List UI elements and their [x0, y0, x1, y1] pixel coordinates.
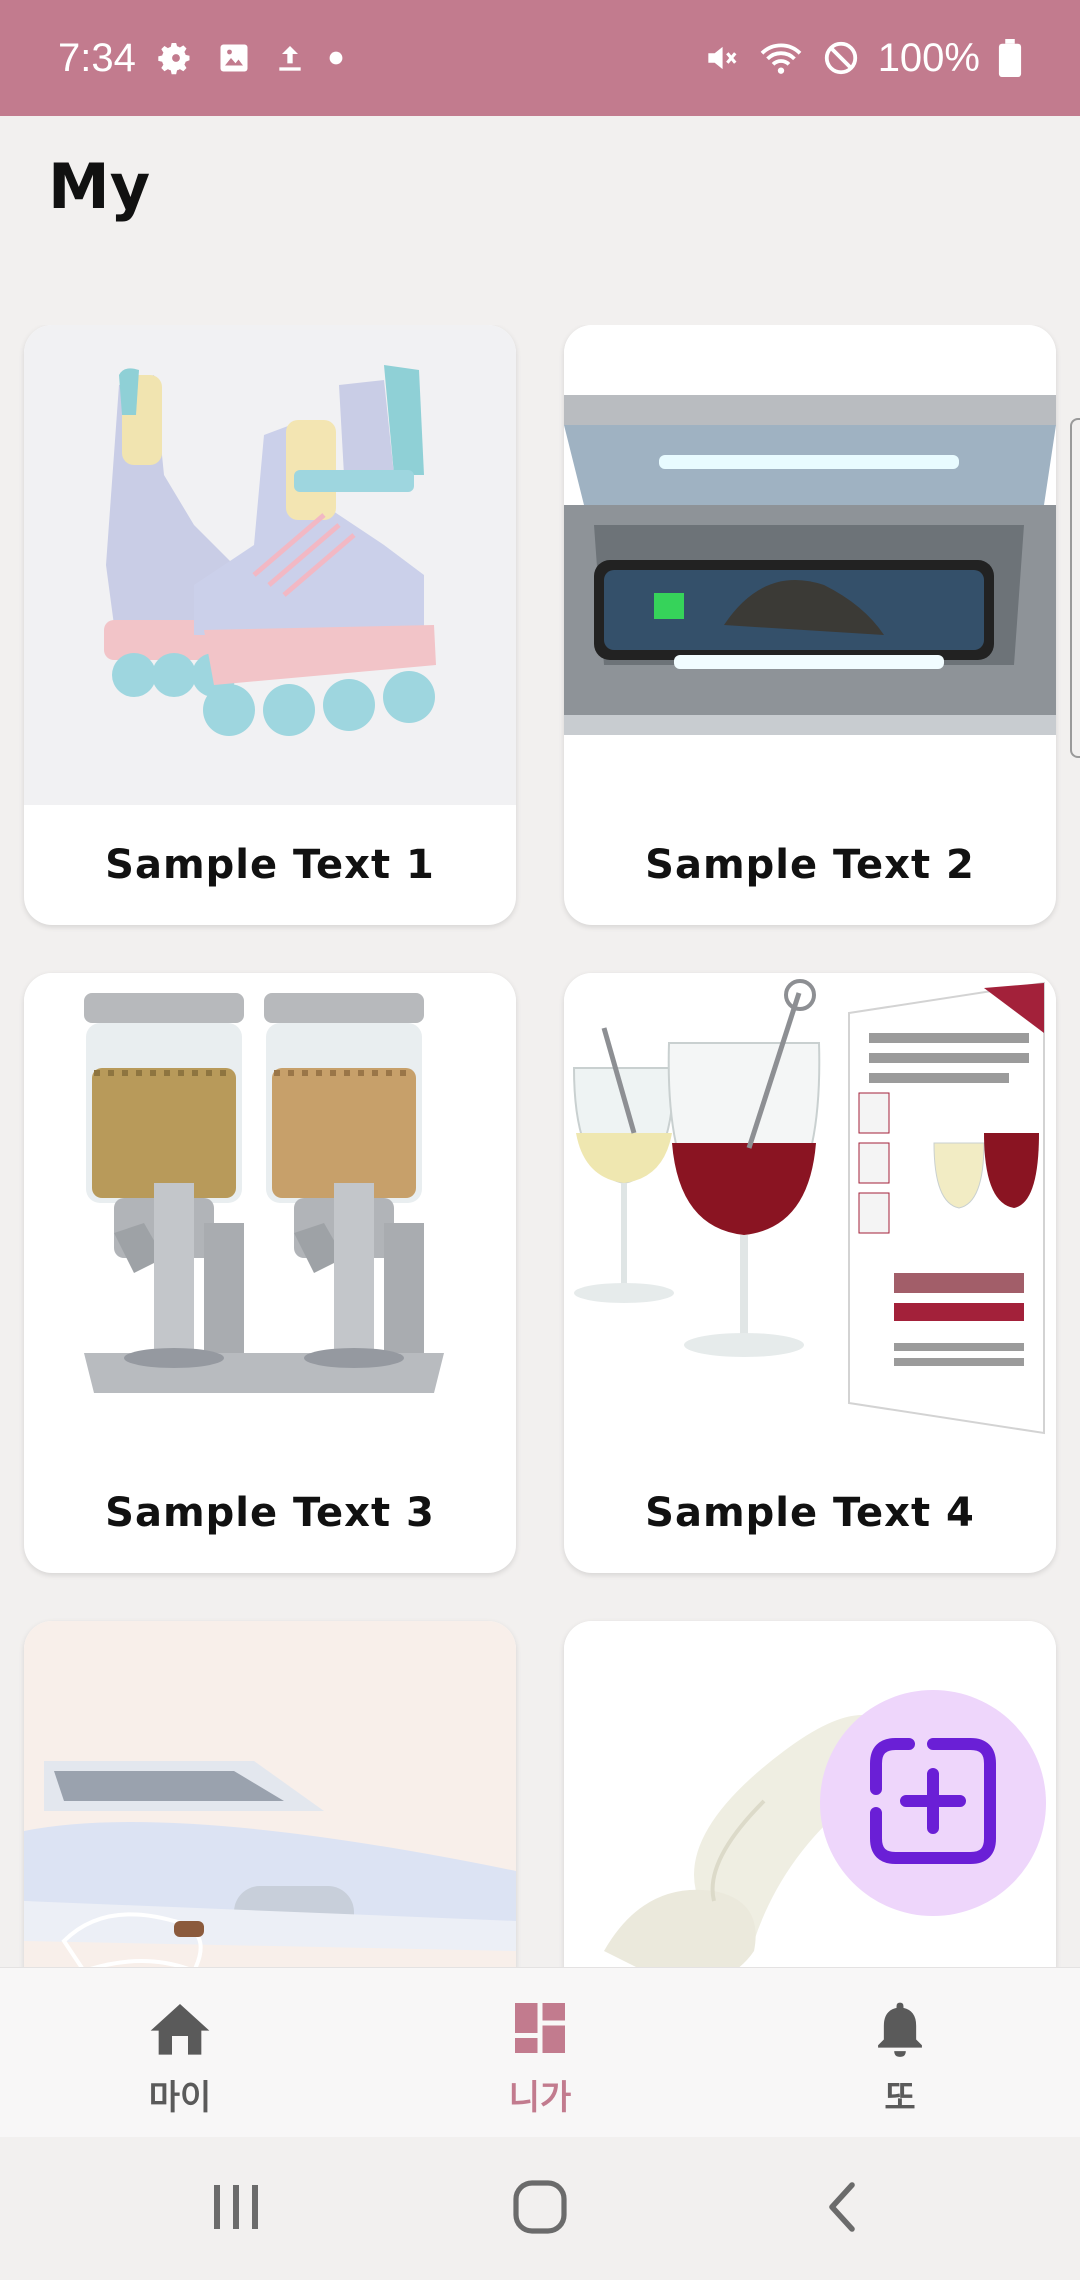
nav-item-dashboard[interactable]: 니가 — [440, 1998, 640, 2119]
upload-icon — [274, 40, 306, 76]
mute-icon — [702, 39, 740, 77]
nav-label: 또 — [884, 2078, 916, 2118]
dot-icon — [328, 50, 344, 66]
home-button-icon[interactable] — [510, 2177, 570, 2241]
product-card-3[interactable]: Sample Text 3 — [24, 973, 516, 1573]
inline-skates-image — [24, 325, 516, 805]
dashboard-icon — [510, 1998, 570, 2062]
status-bar: 7:34 100% — [0, 0, 1080, 116]
card-label: Sample Text 3 — [105, 1490, 435, 1536]
system-navigation-bar — [0, 2137, 1080, 2280]
wifi-icon — [758, 39, 804, 77]
card-label: Sample Text 2 — [645, 842, 975, 888]
card-label: Sample Text 4 — [645, 1490, 975, 1536]
product-card-2[interactable]: Sample Text 2 — [564, 325, 1056, 925]
product-card-5[interactable] — [24, 1621, 516, 1967]
page-title: My — [48, 150, 151, 223]
product-card-1[interactable]: Sample Text 1 — [24, 325, 516, 925]
wine-wand-image — [564, 973, 1056, 1453]
recent-apps-icon[interactable] — [210, 2177, 262, 2241]
home-icon — [148, 1998, 212, 2062]
nav-label: 마이 — [148, 2078, 212, 2118]
bottom-navigation: 마이 니가 또 — [0, 1967, 1080, 2137]
nav-label: 니가 — [508, 2078, 572, 2118]
bell-icon — [872, 1998, 928, 2062]
gear-icon — [158, 40, 194, 76]
nav-item-home[interactable]: 마이 — [80, 1998, 280, 2119]
nav-item-notifications[interactable]: 또 — [800, 1998, 1000, 2119]
add-button[interactable] — [820, 1690, 1046, 1916]
battery-icon — [998, 39, 1022, 77]
uv-phone-sanitizer-image — [564, 325, 1056, 805]
do-not-disturb-icon — [822, 39, 860, 77]
card-label: Sample Text 1 — [105, 842, 435, 888]
add-square-icon — [858, 1726, 1008, 1880]
image-icon — [216, 40, 252, 76]
product-card-4[interactable]: Sample Text 4 — [564, 973, 1056, 1573]
status-time: 7:34 — [58, 35, 136, 80]
back-icon[interactable] — [820, 2177, 864, 2241]
steam-iron-image — [24, 1621, 516, 1967]
cereal-dispenser-image — [24, 973, 516, 1453]
battery-text: 100% — [877, 35, 980, 80]
